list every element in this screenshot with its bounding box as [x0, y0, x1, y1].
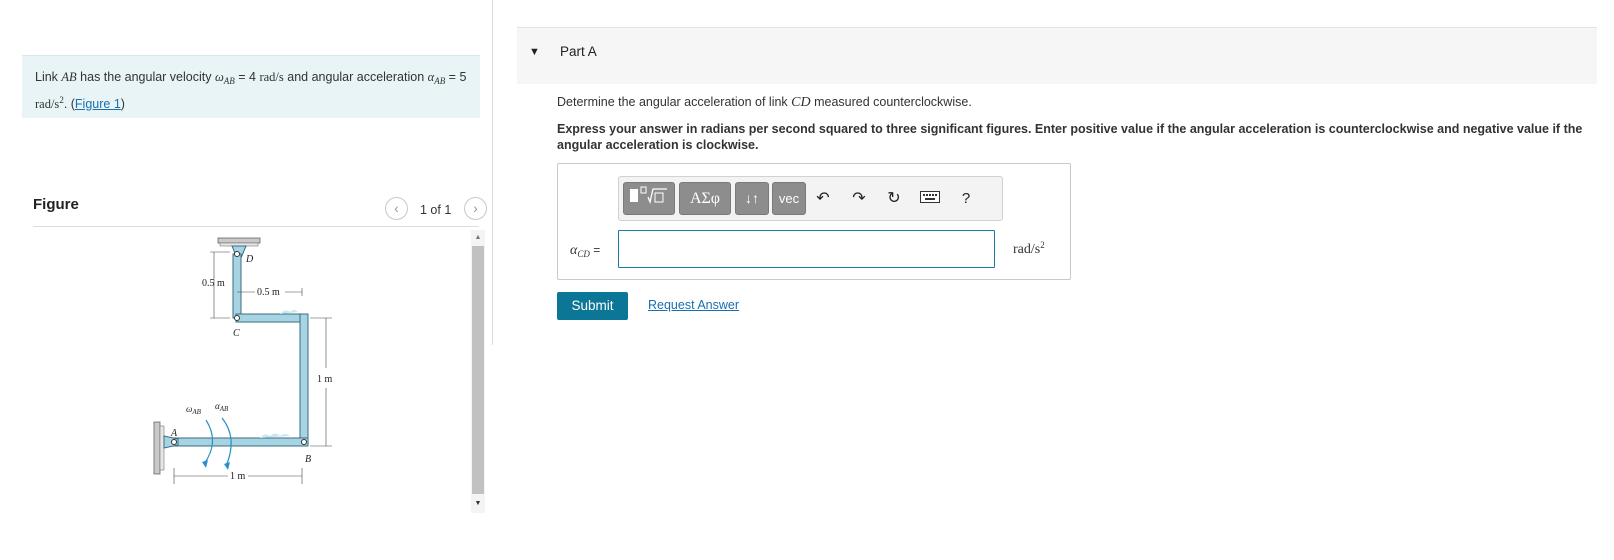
scroll-up-arrow-icon[interactable]: ▲: [471, 232, 485, 244]
problem-text: Link: [35, 70, 62, 84]
templates-icon: [630, 186, 667, 205]
link-ab: [169, 433, 309, 447]
label-point-d: D: [245, 254, 254, 265]
part-a-header[interactable]: ▼ Part A: [517, 27, 1597, 84]
alpha-subscript: AB: [434, 76, 446, 86]
omega-symbol: ω: [214, 70, 224, 84]
math-toolbar: ΑΣφ ↓↑ vec ↶ ↷ ↻ ?: [618, 176, 1003, 221]
label-point-b: B: [305, 454, 311, 465]
answer-units: rad/s2: [1013, 240, 1045, 258]
collapse-caret-icon[interactable]: ▼: [529, 46, 540, 58]
chevron-left-icon: ‹: [394, 200, 399, 216]
pin-a: [171, 439, 177, 445]
subscript-superscript-button[interactable]: ↓↑: [735, 182, 769, 215]
mechanism-figure: D C A B ωAB αAB 0.5 m 0.5 m 1 m 1 m: [153, 237, 333, 484]
vector-button[interactable]: vec: [772, 182, 806, 215]
figure-title: Figure: [33, 196, 79, 213]
answer-instructions: Express your answer in radians per secon…: [557, 122, 1583, 152]
dim-vertical-cd: 0.5 m: [202, 278, 225, 289]
scroll-down-arrow-icon[interactable]: ▼: [471, 498, 485, 510]
help-icon[interactable]: ?: [955, 188, 977, 210]
dim-horizontal-cd: 0.5 m: [257, 287, 280, 298]
answer-label: αCD =: [570, 241, 600, 259]
answer-subscript: CD: [577, 249, 590, 259]
omega-value: = 4: [234, 70, 260, 84]
figure-counter: 1 of 1: [420, 203, 452, 217]
alpha-unit: rad/s: [35, 97, 60, 111]
scroll-thumb[interactable]: [472, 246, 484, 494]
previous-figure-button[interactable]: ‹: [385, 197, 408, 220]
redo-icon[interactable]: ↷: [848, 188, 870, 210]
answer-input[interactable]: [618, 230, 995, 268]
submit-button[interactable]: Submit: [557, 292, 628, 320]
problem-statement: Link AB has the angular velocity ωAB = 4…: [22, 55, 480, 118]
link-cd-symbol: CD: [791, 95, 811, 110]
units-text: rad/s: [1013, 242, 1041, 257]
units-exponent: 2: [1040, 240, 1045, 250]
dim-vertical-bc: 1 m: [317, 374, 333, 385]
part-label: Part A: [560, 44, 597, 59]
problem-text: and angular acceleration: [283, 70, 428, 84]
label-point-a: A: [170, 428, 178, 439]
omega-subscript: AB: [223, 76, 235, 86]
label-point-c: C: [233, 328, 240, 339]
pin-c: [234, 315, 240, 321]
figure-link[interactable]: Figure 1: [75, 97, 121, 111]
next-figure-button[interactable]: ›: [464, 197, 487, 220]
problem-text: . (: [63, 97, 75, 111]
problem-text: ): [120, 97, 125, 111]
problem-text: has the angular velocity: [76, 70, 215, 84]
figure-divider: [33, 226, 479, 227]
link-bc: [235, 310, 309, 447]
link-ab-symbol: AB: [61, 70, 77, 84]
alpha-figure-label: αAB: [215, 401, 229, 413]
prompt-text: Determine the angular acceleration of li…: [557, 95, 792, 109]
question-prompt: Determine the angular acceleration of li…: [557, 95, 972, 111]
prompt-text: measured counterclockwise.: [810, 95, 972, 109]
request-answer-link[interactable]: Request Answer: [648, 298, 739, 312]
greek-symbols-button[interactable]: ΑΣφ: [679, 182, 731, 215]
panel-divider: [492, 0, 493, 345]
answer-area: ΑΣφ ↓↑ vec ↶ ↷ ↻ ? αCD = rad/s2: [557, 163, 1071, 280]
undo-icon[interactable]: ↶: [812, 188, 834, 210]
omega-unit: rad/s: [259, 70, 284, 84]
reset-icon[interactable]: ↻: [883, 188, 905, 210]
alpha-value: = 5: [445, 70, 467, 84]
answer-equals: =: [589, 243, 601, 257]
chevron-right-icon: ›: [473, 200, 478, 216]
pin-d: [234, 251, 240, 257]
figure-scrollbar[interactable]: ▲ ▼: [471, 230, 485, 513]
omega-figure-label: ωAB: [186, 404, 202, 416]
pin-b: [301, 439, 307, 445]
templates-button[interactable]: [623, 182, 675, 215]
link-cd: [232, 253, 242, 319]
dim-horizontal-ab: 1 m: [230, 471, 246, 482]
keyboard-icon[interactable]: [919, 188, 941, 210]
